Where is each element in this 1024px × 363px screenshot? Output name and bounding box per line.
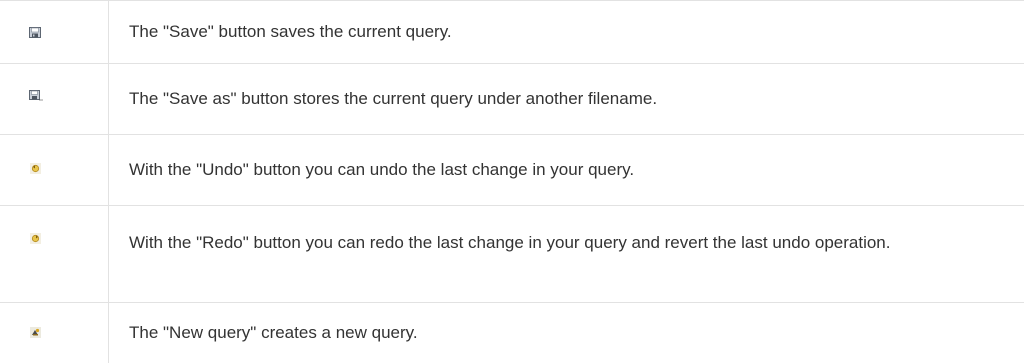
table-row-redo: With the "Redo" button you can redo the … — [0, 206, 1024, 303]
save-icon — [29, 27, 41, 38]
table-row-save-as: The "Save as" button stores the current … — [0, 64, 1024, 135]
icon-cell — [0, 135, 108, 205]
icon-cell — [0, 64, 108, 134]
toolbar-help-table: The "Save" button saves the current quer… — [0, 0, 1024, 363]
redo-icon — [30, 233, 41, 244]
icon-cell — [0, 206, 108, 302]
description-text: The "Save as" button stores the current … — [129, 89, 658, 108]
undo-icon — [30, 163, 41, 174]
description-cell: The "New query" creates a new query. — [129, 303, 824, 363]
table-row-save: The "Save" button saves the current quer… — [0, 1, 1024, 64]
save-as-icon — [29, 90, 43, 101]
new-query-icon — [30, 327, 41, 338]
table-row-undo: With the "Undo" button you can undo the … — [0, 135, 1024, 206]
description-text: The "Save" button saves the current quer… — [129, 22, 452, 41]
description-text: With the "Redo" button you can redo the … — [129, 233, 891, 252]
icon-cell — [0, 1, 108, 63]
description-cell: The "Save as" button stores the current … — [129, 64, 824, 134]
description-text: The "New query" creates a new query. — [129, 323, 418, 342]
description-cell: With the "Redo" button you can redo the … — [129, 206, 985, 302]
description-text: With the "Undo" button you can undo the … — [129, 160, 635, 179]
icon-cell — [0, 303, 108, 363]
description-cell: With the "Undo" button you can undo the … — [129, 135, 824, 205]
description-cell: The "Save" button saves the current quer… — [129, 1, 824, 63]
table-row-new-query: The "New query" creates a new query. — [0, 303, 1024, 363]
